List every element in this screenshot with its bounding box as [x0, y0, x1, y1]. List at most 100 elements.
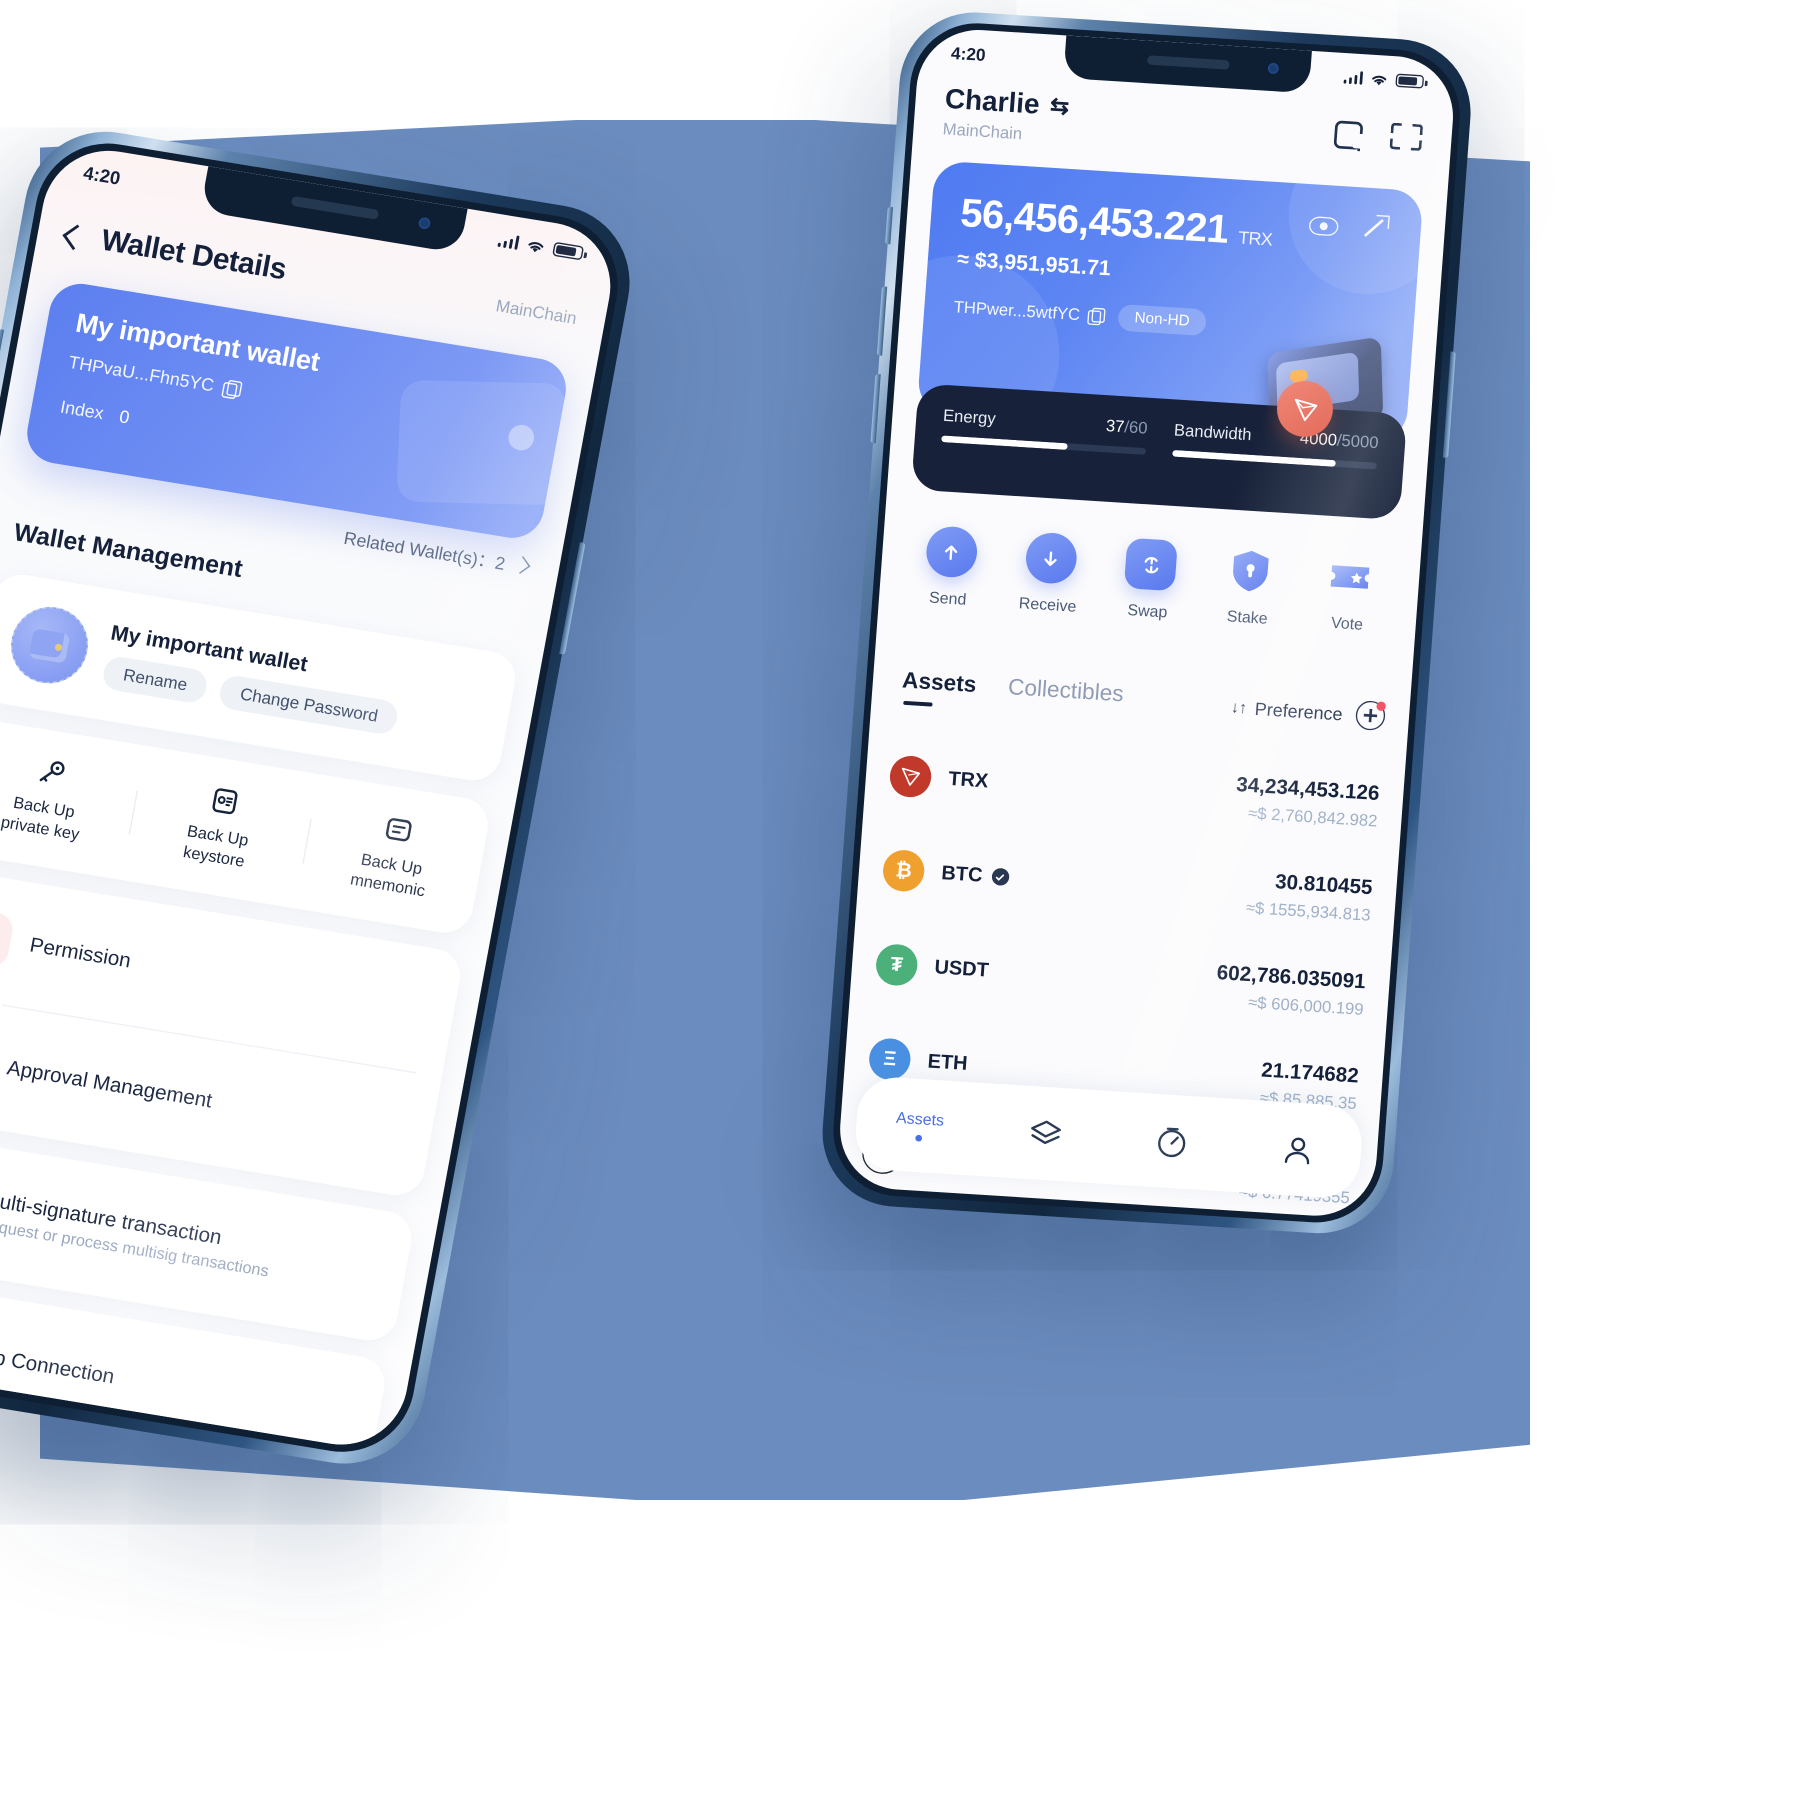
wallet-avatar-icon: [4, 601, 95, 690]
btc-logo-icon: ₿: [881, 848, 926, 893]
asset-amount: 30.810455: [1274, 870, 1374, 899]
balance-unit: TRX: [1237, 227, 1273, 250]
status-time: 4:20: [81, 161, 123, 189]
bandwidth-progress-bar: [1172, 449, 1378, 469]
energy-value: 37/60: [1105, 416, 1149, 438]
action-stake[interactable]: Stake: [1197, 542, 1303, 629]
swap-icon: [1123, 537, 1178, 592]
bottom-nav-explore[interactable]: [1107, 1120, 1236, 1164]
account-name-row[interactable]: Charlie ⇆: [944, 84, 1070, 124]
quick-actions: Send Receive Swap Stake Vote: [879, 522, 1421, 637]
action-receive-label: Receive: [1018, 593, 1078, 616]
phone-assets-home: 4:20 Charlie ⇆ MainChain 56,456,453.221 …: [817, 8, 1476, 1238]
index-label: Index: [58, 396, 106, 424]
energy-resource[interactable]: Energy 37/60: [938, 406, 1149, 504]
phone-bezel-right: 4:20 Charlie ⇆ MainChain 56,456,453.221 …: [828, 19, 1465, 1227]
wallet-card-decoration: [396, 379, 567, 506]
tab-assets[interactable]: Assets: [901, 668, 977, 710]
action-vote[interactable]: Vote: [1297, 549, 1403, 636]
action-receive[interactable]: Receive: [997, 530, 1103, 617]
usdt-logo-icon: ₮: [874, 943, 919, 987]
index-value: 0: [117, 406, 132, 428]
preference-button[interactable]: ↓↑ Preference: [1230, 697, 1344, 724]
assets-tabs: Assets Collectibles ↓↑ Preference: [901, 668, 1387, 736]
balance-amount: 56,456,453.221: [958, 191, 1230, 253]
dapp-connection-label: DApp Connection: [0, 1340, 117, 1390]
layers-icon: [1031, 1119, 1062, 1144]
cellular-signal-icon: [1342, 70, 1364, 85]
status-indicators-right: [1342, 70, 1425, 90]
multisig-text: Multi-signature transaction Request or p…: [0, 1188, 275, 1280]
add-token-icon[interactable]: [1354, 700, 1387, 732]
wifi-icon: [1372, 75, 1387, 85]
asset-symbol: BTC: [940, 861, 984, 887]
preference-label: Preference: [1254, 698, 1344, 724]
bottom-nav-profile[interactable]: [1234, 1128, 1363, 1172]
asset-values: 30.810455 ≈$ 1555,934.813: [1245, 868, 1373, 924]
action-vote-label: Vote: [1330, 613, 1364, 634]
energy-label: Energy: [942, 406, 997, 429]
bandwidth-label: Bandwidth: [1173, 420, 1253, 445]
chain-label: MainChain: [494, 295, 579, 329]
asset-amount: 21.174682: [1260, 1058, 1360, 1088]
bottom-nav-layers[interactable]: [981, 1112, 1110, 1156]
bottom-nav-assets[interactable]: Assets: [855, 1106, 983, 1146]
action-send[interactable]: Send: [897, 524, 1003, 611]
verified-badge-icon: [991, 867, 1010, 886]
permission-user-icon: [0, 907, 16, 969]
asset-fiat: ≈$ 1555,934.813: [1245, 897, 1372, 925]
action-swap-label: Swap: [1126, 600, 1169, 622]
arrow-right-icon: [512, 556, 531, 574]
add-account-icon[interactable]: [1333, 116, 1367, 150]
battery-icon: [1395, 73, 1425, 89]
header-actions: [1333, 108, 1424, 153]
status-time-right: 4:20: [950, 42, 987, 65]
battery-icon: [552, 241, 585, 261]
share-arrow-icon[interactable]: [1364, 214, 1390, 239]
copy-icon[interactable]: [221, 379, 240, 398]
ticket-star-icon: [1323, 550, 1377, 604]
wifi-icon: [528, 241, 544, 252]
eth-logo-icon: Ξ: [867, 1037, 912, 1081]
copy-icon[interactable]: [1087, 307, 1103, 324]
status-indicators: [496, 232, 585, 261]
asset-symbol: ETH: [926, 1050, 969, 1076]
eye-icon[interactable]: [1308, 216, 1339, 236]
page-title: Wallet Details: [98, 224, 289, 287]
mute-switch[interactable]: [0, 328, 4, 369]
phone-frame-right: 4:20 Charlie ⇆ MainChain 56,456,453.221 …: [817, 8, 1476, 1238]
backup-private-key-button[interactable]: Back Up private key: [0, 743, 140, 854]
bandwidth-resource[interactable]: Bandwidth 4000/5000: [1169, 420, 1379, 519]
bottom-nav-assets-label: Assets: [895, 1108, 945, 1130]
section-title-wallet-management: Wallet Management: [11, 517, 245, 583]
backup-keystore-button[interactable]: Back Up keystore: [125, 771, 314, 882]
asset-symbol: TRX: [947, 767, 990, 793]
account-block[interactable]: Charlie ⇆ MainChain: [942, 84, 1070, 146]
notification-badge: [1376, 701, 1387, 712]
energy-progress-bar: [941, 435, 1147, 455]
preference-area: ↓↑ Preference: [1230, 692, 1387, 732]
back-button[interactable]: [62, 223, 89, 250]
action-swap[interactable]: Swap: [1097, 536, 1203, 623]
cellular-signal-icon: [496, 233, 520, 250]
backup-mnemonic-button[interactable]: Back Up mnemonic: [299, 800, 488, 911]
sort-icon: ↓↑: [1230, 697, 1248, 718]
arrow-down-icon: [1023, 531, 1079, 585]
permission-label: Permission: [27, 934, 133, 974]
asset-values: 602,786.035091 ≈$ 606,000.199: [1214, 961, 1366, 1018]
active-indicator-dot: [915, 1134, 923, 1142]
account-name: Charlie: [943, 83, 1041, 121]
scan-qr-icon[interactable]: [1389, 120, 1424, 154]
action-stake-label: Stake: [1226, 606, 1269, 628]
account-switch-icon[interactable]: ⇆: [1049, 93, 1070, 121]
shield-lock-icon: [1224, 544, 1278, 598]
asset-symbol-row: BTC: [941, 862, 1010, 889]
hd-tag: Non-HD: [1117, 303, 1207, 337]
explore-icon: [1158, 1126, 1186, 1157]
arrow-up-icon: [924, 525, 979, 579]
profile-icon: [1284, 1136, 1310, 1164]
tab-collectibles[interactable]: Collectibles: [1006, 674, 1124, 718]
asset-fiat: ≈$ 2,760,842.982: [1247, 803, 1379, 830]
rename-button[interactable]: Rename: [100, 654, 210, 705]
screen-assets-home: 4:20 Charlie ⇆ MainChain 56,456,453.221 …: [835, 26, 1458, 1220]
